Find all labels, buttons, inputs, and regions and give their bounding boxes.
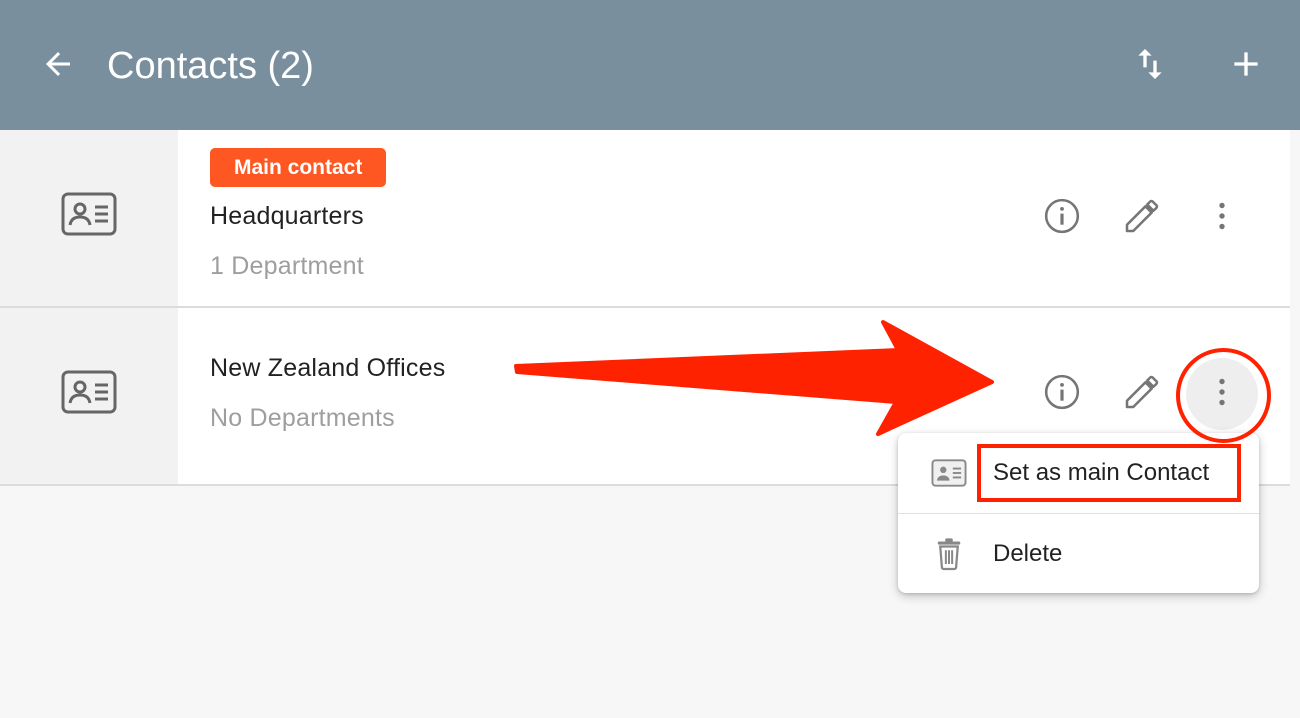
add-contact-button[interactable] [1224, 44, 1268, 88]
info-button[interactable] [1038, 370, 1086, 418]
trash-icon [928, 534, 970, 574]
back-button[interactable] [36, 44, 80, 88]
info-icon [1043, 373, 1081, 416]
contact-card-icon [61, 192, 117, 241]
contact-avatar [0, 130, 178, 306]
menu-item-delete[interactable]: Delete [898, 514, 1259, 594]
plus-icon [1226, 44, 1266, 89]
edit-button[interactable] [1118, 194, 1166, 242]
contact-subtitle: 1 Department [210, 252, 364, 280]
context-menu: Set as main Contact Delete [898, 433, 1259, 593]
more-button[interactable] [1198, 194, 1246, 242]
info-icon [1043, 197, 1081, 240]
edit-button[interactable] [1118, 370, 1166, 418]
info-button[interactable] [1038, 194, 1086, 242]
more-vertical-icon [1204, 374, 1240, 415]
pencil-icon [1122, 372, 1162, 417]
pencil-icon [1122, 196, 1162, 241]
contact-name: Headquarters [210, 202, 364, 230]
menu-item-label: Set as main Contact [993, 459, 1210, 486]
more-vertical-icon [1204, 198, 1240, 239]
arrow-left-icon [40, 46, 76, 87]
main-contact-badge: Main contact [210, 148, 387, 187]
menu-item-label: Delete [993, 540, 1063, 567]
sort-arrows-icon [1130, 44, 1170, 89]
contact-avatar [0, 308, 178, 484]
page-title: Contacts (2) [107, 45, 314, 87]
contact-row-headquarters[interactable]: Main contact Headquarters 1 Department [0, 130, 1290, 308]
contact-card-icon [61, 370, 117, 419]
sort-button[interactable] [1128, 44, 1172, 88]
contact-name: New Zealand Offices [210, 354, 446, 382]
contact-subtitle: No Departments [210, 404, 395, 432]
app-header: Contacts (2) [0, 0, 1300, 130]
contact-card-icon [928, 453, 970, 493]
more-button[interactable] [1186, 358, 1258, 430]
menu-item-set-main-contact[interactable]: Set as main Contact [898, 433, 1259, 513]
